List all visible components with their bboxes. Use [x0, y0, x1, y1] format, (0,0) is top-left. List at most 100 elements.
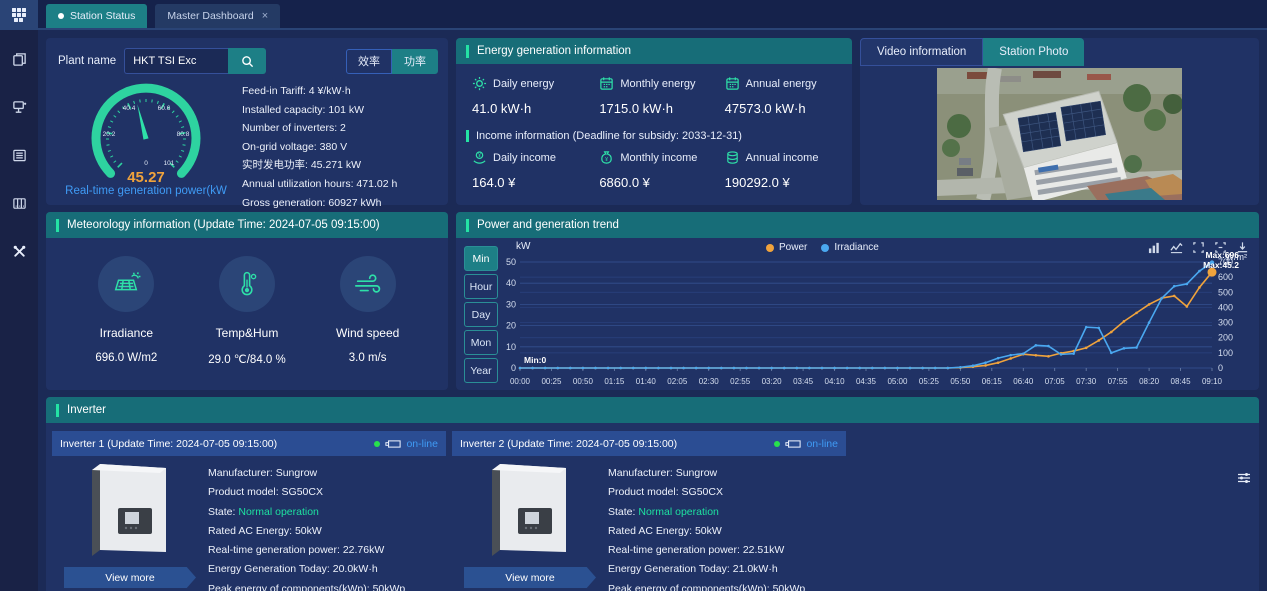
svg-text:02:05: 02:05: [667, 377, 688, 386]
sun-icon: [472, 76, 487, 91]
svg-text:03:20: 03:20: [762, 377, 783, 386]
irradiance-value: 696.0 W/m2: [71, 352, 181, 364]
sidebar-item-tools[interactable]: [0, 236, 38, 266]
online-status-text: on-line: [806, 438, 838, 450]
line-chart-icon[interactable]: [1170, 241, 1183, 254]
adjust-filters-icon[interactable]: [1237, 471, 1251, 490]
sidebar-item-monitoring[interactable]: [0, 92, 38, 122]
sidebar-item-dashboard[interactable]: [0, 0, 38, 30]
calendar-icon: [725, 76, 740, 91]
svg-text:¥: ¥: [478, 153, 481, 159]
svg-text:09:10: 09:10: [1202, 377, 1223, 386]
inverter-2-title-bar: Inverter 2 (Update Time: 2024-07-05 09:1…: [452, 431, 846, 456]
svg-text:02:55: 02:55: [730, 377, 751, 386]
time-button-day[interactable]: Day: [464, 302, 498, 327]
trend-chart[interactable]: 01002003004005006007000102030405000:0000…: [504, 252, 1252, 388]
energy-generation-panel: Energy generation information Daily ener…: [456, 38, 852, 205]
svg-text:500: 500: [1218, 287, 1233, 297]
daily-income-value: 164.0 ¥: [472, 175, 599, 190]
time-button-year[interactable]: Year: [464, 358, 498, 383]
max-power-annotation: Max:45.2: [1203, 260, 1239, 270]
svg-text:06:15: 06:15: [982, 377, 1003, 386]
search-button[interactable]: [228, 48, 266, 74]
header-accent: [466, 130, 469, 142]
irradiance-item: Irradiance 696.0 W/m2: [71, 256, 181, 366]
svg-text:04:35: 04:35: [856, 377, 877, 386]
max-annotations: Max:696 Max:45.2: [1203, 250, 1239, 270]
plant-detail-row: Feed-in Tariff: 4 ¥/kW·h: [242, 82, 438, 101]
svg-text:00:50: 00:50: [573, 377, 594, 386]
station-status-dashboard: Station Status Master Dashboard × Plant …: [0, 0, 1267, 591]
calendar-icon: [599, 76, 614, 91]
header-accent: [56, 219, 59, 232]
svg-text:08:45: 08:45: [1171, 377, 1192, 386]
chart-legend: Power Irradiance: [766, 242, 879, 253]
inverter-2-status: on-line: [774, 438, 838, 450]
devices-icon: [12, 196, 27, 211]
online-status-dot: [374, 441, 380, 447]
plant-detail-row: Installed capacity: 101 kW: [242, 101, 438, 120]
svg-text:07:30: 07:30: [1076, 377, 1097, 386]
svg-text:05:00: 05:00: [887, 377, 908, 386]
annual-income-value: 190292.0 ¥: [725, 175, 852, 190]
sidebar-item-documents[interactable]: [0, 44, 38, 74]
inverter-card-2: Inverter 2 (Update Time: 2024-07-05 09:1…: [452, 431, 846, 591]
view-more-button[interactable]: View more: [64, 567, 196, 588]
bar-chart-icon[interactable]: [1148, 241, 1161, 254]
station-photo: [937, 68, 1182, 200]
svg-text:04:10: 04:10: [825, 377, 846, 386]
time-button-mon[interactable]: Mon: [464, 330, 498, 355]
svg-text:05:50: 05:50: [950, 377, 971, 386]
time-button-hour[interactable]: Hour: [464, 274, 498, 299]
tab-close-icon[interactable]: ×: [262, 10, 268, 22]
plant-name-input[interactable]: [124, 48, 228, 74]
plant-detail-row: Number of inverters: 2: [242, 119, 438, 138]
temp-hum-label: Temp&Hum: [192, 326, 302, 340]
monthly-energy-value: 1715.0 kW·h: [599, 101, 724, 116]
tab-video-information[interactable]: Video information: [860, 38, 983, 66]
inverter-2-details: Manufacturer: Sungrow Product model: SG5…: [608, 462, 846, 591]
svg-text:40: 40: [506, 278, 516, 288]
search-icon: [241, 55, 254, 68]
gauge-svg: 0 20.2 40.4 60.6 80.8 101 45.27: [57, 74, 235, 186]
generation-power-gauge: 0 20.2 40.4 60.6 80.8 101 45.27 Real-tim…: [50, 74, 242, 212]
svg-text:07:55: 07:55: [1108, 377, 1129, 386]
annual-energy-stat: Annual energy 47573.0 kW·h: [725, 76, 852, 116]
svg-text:00:25: 00:25: [541, 377, 562, 386]
svg-text:02:30: 02:30: [699, 377, 720, 386]
svg-text:06:40: 06:40: [1013, 377, 1034, 386]
sidebar-item-devices[interactable]: [0, 188, 38, 218]
trend-panel-title: Power and generation trend: [477, 219, 619, 231]
header-accent: [466, 45, 469, 58]
video-information-panel: Video information Station Photo: [860, 38, 1259, 205]
temp-hum-item: Temp&Hum 29.0 ℃/84.0 %: [192, 256, 302, 366]
daily-income-stat: ¥Daily income 164.0 ¥: [472, 150, 599, 190]
legend-irradiance[interactable]: Irradiance: [821, 242, 878, 253]
efficiency-toggle-button[interactable]: 效率: [346, 49, 392, 74]
inverter-1-details: Manufacturer: Sungrow Product model: SG5…: [208, 462, 446, 591]
wind-speed-item: Wind speed 3.0 m/s: [313, 256, 423, 366]
gauge-value: 45.27: [127, 169, 165, 186]
online-status-text: on-line: [406, 438, 438, 450]
tab-station-status[interactable]: Station Status: [46, 4, 147, 28]
legend-power[interactable]: Power: [766, 242, 807, 253]
tab-master-dashboard[interactable]: Master Dashboard ×: [155, 4, 280, 28]
time-button-min[interactable]: Min: [464, 246, 498, 271]
documents-icon: [12, 52, 27, 67]
tab-station-photo[interactable]: Station Photo: [983, 38, 1084, 66]
monthly-income-stat: ¥Monthly income 6860.0 ¥: [599, 150, 724, 190]
wind-speed-label: Wind speed: [313, 326, 423, 340]
temp-hum-value: 29.0 ℃/84.0 %: [192, 352, 302, 366]
plant-detail-row: 实时发电功率: 45.271 kW: [242, 156, 438, 175]
inverter-card-1: Inverter 1 (Update Time: 2024-07-05 09:1…: [52, 431, 446, 591]
power-toggle-button[interactable]: 功率: [392, 49, 438, 74]
inverter-device-icon: [385, 439, 401, 449]
svg-text:03:45: 03:45: [793, 377, 814, 386]
tab-station-status-label: Station Status: [70, 10, 135, 22]
view-more-button[interactable]: View more: [464, 567, 596, 588]
time-granularity-buttons: Min Hour Day Mon Year: [464, 246, 498, 383]
plant-overview-panel: Plant name 效率 功率 0 20.2 40.4 60.6: [46, 38, 448, 205]
header-accent: [56, 404, 59, 417]
coin-hand-icon: ¥: [472, 150, 487, 165]
sidebar-item-list[interactable]: [0, 140, 38, 170]
